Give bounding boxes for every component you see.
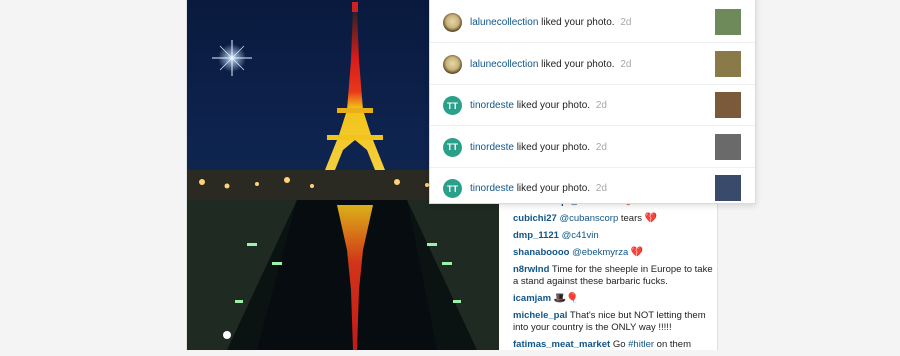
notification-action: liked your photo. — [541, 58, 615, 70]
photo-thumbnail[interactable] — [715, 133, 741, 160]
notification-item[interactable]: TT tinordeste liked your photo. 2d — [430, 167, 755, 203]
notification-item[interactable]: lalunecollection liked your photo. 2d — [430, 1, 755, 43]
notification-text: tinordeste liked your photo. 2d — [470, 142, 607, 153]
comment: michele_pal That's nice but NOT letting … — [513, 310, 713, 334]
emoji-icon: 💔 — [630, 247, 644, 258]
photo-thumbnail[interactable] — [715, 175, 741, 202]
notification-text: lalunecollection liked your photo. 2d — [470, 17, 631, 28]
avatar[interactable]: TT — [443, 96, 462, 116]
photo-thumbnail[interactable] — [715, 92, 741, 119]
notification-time: 2d — [595, 183, 607, 195]
comment-username[interactable]: michele_pal — [513, 310, 567, 321]
comment-mention[interactable]: @cubanscorp — [559, 213, 618, 224]
comment-username[interactable]: fatimas_meat_market — [513, 339, 610, 350]
comment: icamjam 🎩🎈 — [513, 293, 713, 305]
emoji-icon: 🎩🎈 — [553, 293, 579, 304]
photo-thumbnail[interactable] — [715, 50, 741, 77]
comment-username[interactable]: dmp_1121 — [513, 230, 559, 241]
notification-username[interactable]: tinordeste — [470, 142, 514, 153]
comment: cubichi27 @cubanscorp tears 💔 — [513, 213, 713, 225]
avatar-initials: TT — [447, 100, 458, 111]
comment-text: tears — [620, 213, 642, 224]
notification-item[interactable]: TT tinordeste liked your photo. 2d — [430, 84, 755, 127]
emoji-icon: 💔 — [644, 213, 658, 224]
comment-username[interactable]: cubichi27 — [513, 213, 557, 224]
notification-item[interactable]: lalunecollection liked your photo. 2d — [430, 43, 755, 85]
notification-time: 2d — [620, 17, 632, 28]
notification-action: liked your photo. — [516, 100, 591, 112]
avatar[interactable]: TT — [443, 179, 462, 199]
notification-username[interactable]: lalunecollection — [470, 17, 538, 28]
comment: fatimas_meat_market Go #hitler on them — [513, 339, 713, 351]
avatar[interactable] — [443, 13, 462, 32]
comment-mention[interactable]: @ebekmyrza — [572, 247, 628, 258]
photo-thumbnail[interactable] — [715, 9, 741, 35]
notification-username[interactable]: tinordeste — [470, 183, 514, 194]
notification-text: lalunecollection liked your photo. 2d — [470, 59, 631, 70]
notification-action: liked your photo. — [516, 183, 591, 195]
avatar-initials: TT — [447, 142, 458, 153]
avatar[interactable] — [443, 54, 462, 74]
comment-username[interactable]: n8rwlnd — [513, 264, 549, 275]
notification-text: tinordeste liked your photo. 2d — [470, 100, 607, 111]
notification-text: tinordeste liked your photo. 2d — [470, 183, 607, 194]
avatar-initials: TT — [447, 183, 458, 194]
comment-text: on them — [656, 339, 691, 350]
notification-time: 2d — [595, 100, 607, 112]
comments-list: cubanscorp @cubichi27 💔cubichi27 @cubans… — [513, 196, 713, 356]
notification-username[interactable]: tinordeste — [470, 100, 514, 111]
notification-time: 2d — [620, 58, 632, 70]
activity-dropdown[interactable]: lalunecollection liked your photo. 2d lal… — [429, 0, 756, 204]
comment: shanaboooo @ebekmyrza 💔 — [513, 247, 713, 259]
notification-time: 2d — [595, 141, 607, 153]
comment-text: Go — [612, 339, 626, 350]
notification-username[interactable]: lalunecollection — [470, 59, 538, 70]
comment-mention[interactable]: @c41vin — [562, 230, 599, 241]
notification-item[interactable]: TT tinordeste liked your photo. 2d — [430, 126, 755, 168]
notification-action: liked your photo. — [516, 141, 591, 153]
comment: n8rwlnd Time for the sheeple in Europe t… — [513, 264, 713, 288]
comment: dmp_1121 @c41vin — [513, 230, 713, 242]
notification-action: liked your photo. — [541, 17, 615, 28]
comment-username[interactable]: shanaboooo — [513, 247, 569, 258]
comment-username[interactable]: icamjam — [513, 293, 551, 304]
comment-hashtag[interactable]: #hitler — [628, 339, 654, 350]
avatar[interactable]: TT — [443, 137, 462, 157]
